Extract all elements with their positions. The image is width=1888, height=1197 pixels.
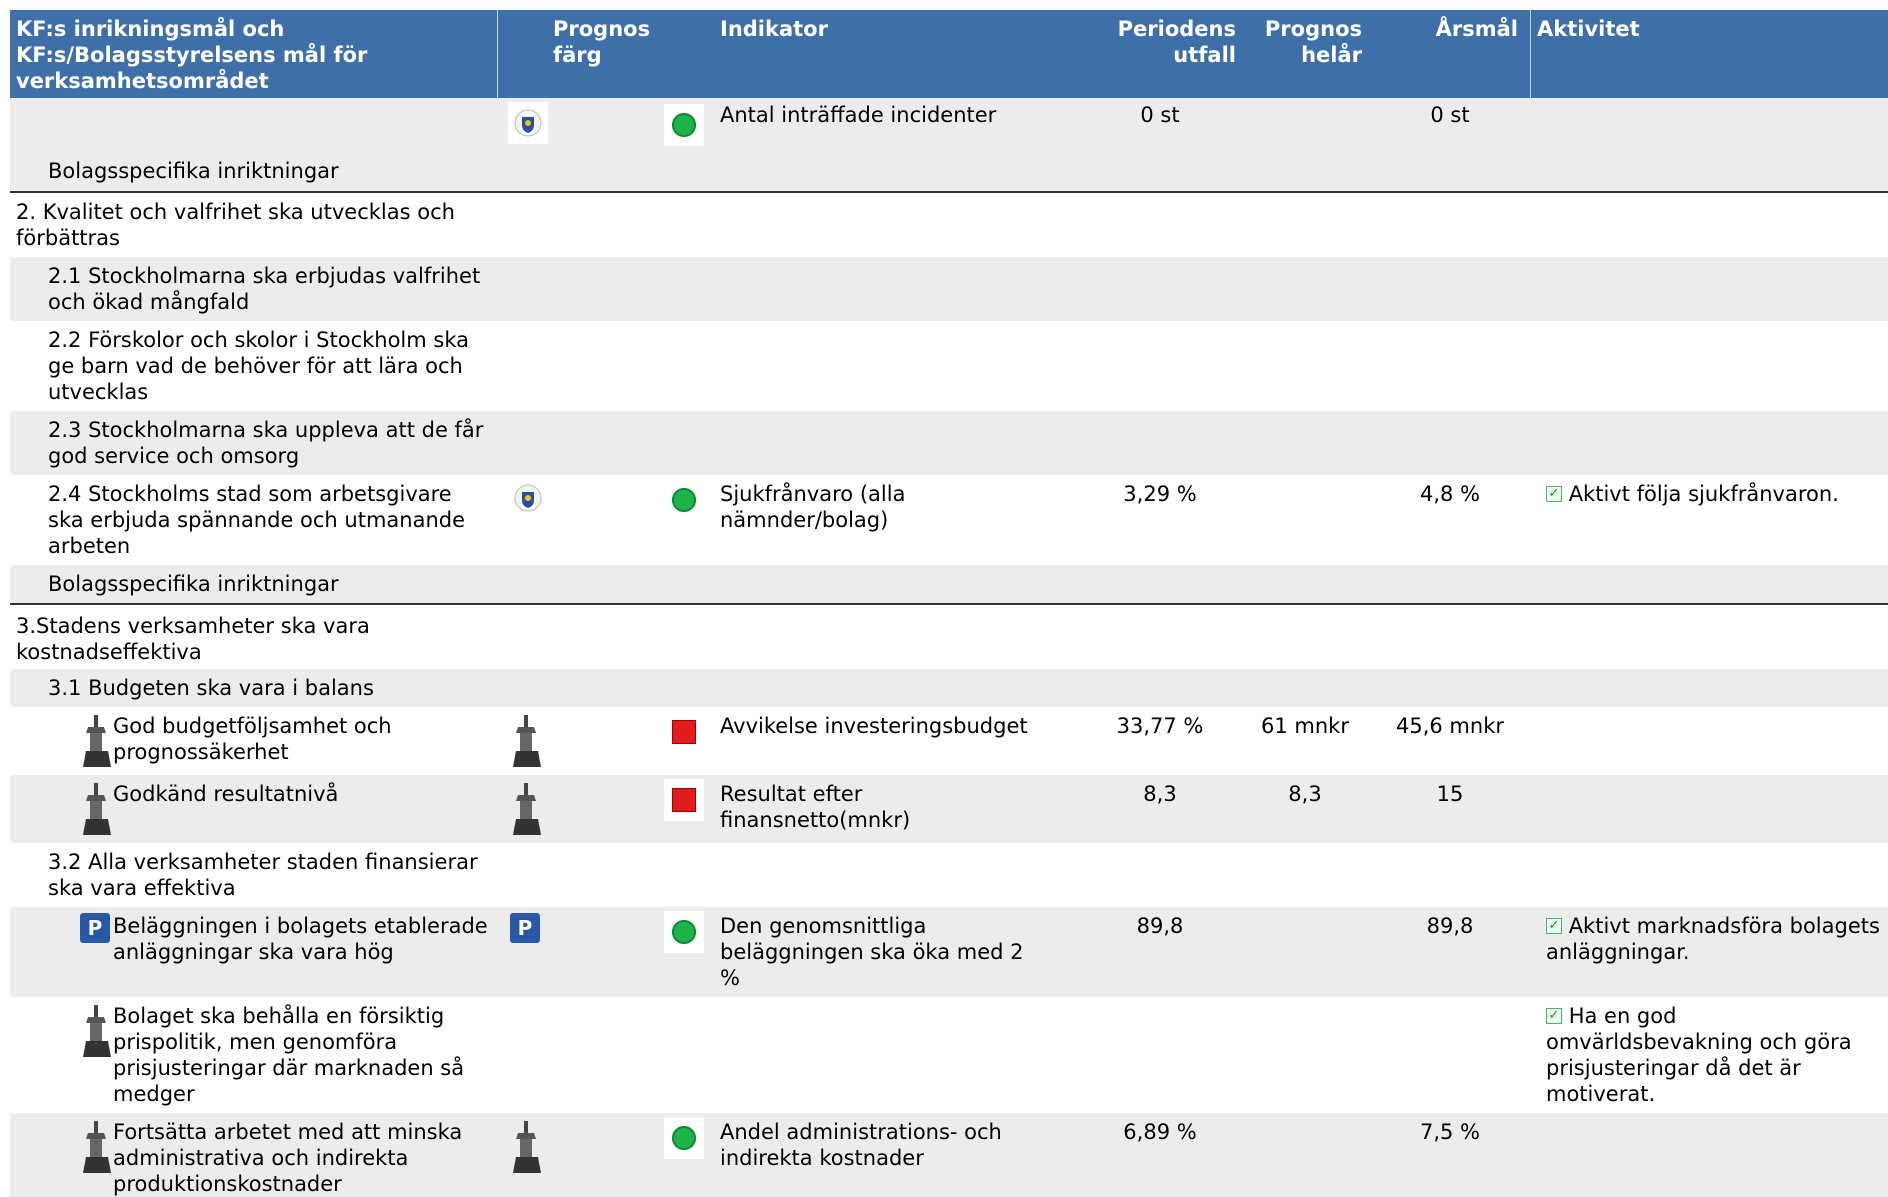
goal-row: Fortsätta arbetet med att minska adminis…: [10, 1113, 1888, 1197]
arsmal-value: 0 st: [1430, 103, 1470, 127]
col-prognos-helar-header: Prognos helår: [1264, 17, 1362, 67]
activity-cell: ✓ Ha en god omvärldsbevakning och göra p…: [1546, 1003, 1886, 1107]
section-label: Bolagsspecifika inriktningar: [48, 159, 339, 183]
indicator-text: Den genomsnittliga beläggningen ska öka …: [720, 914, 1024, 990]
parking-icon: P: [510, 913, 540, 943]
goal-label: 3.1 Budgeten ska vara i balans: [48, 676, 374, 700]
goal-label: Beläggningen i bolagets etablerade anläg…: [113, 914, 488, 964]
stockholm-crest-icon: [508, 477, 548, 519]
goal-row: P Beläggningen i bolagets etablerade anl…: [10, 907, 1888, 997]
periodens-utfall-value: 33,77 %: [1116, 714, 1204, 738]
indicator-text: Andel administrations- och indirekta kos…: [720, 1120, 1002, 1170]
arsmal-value: 7,5 %: [1419, 1120, 1481, 1144]
checkbox-icon: ✓: [1546, 486, 1562, 502]
activity-cell: ✓ Aktivt marknadsföra bolagets anläggnin…: [1546, 913, 1886, 965]
report-table: KF:s inrikningsmål och KF:s/Bolagsstyrel…: [10, 10, 1888, 1197]
arsmal-value: 15: [1436, 782, 1464, 806]
checkbox-icon: ✓: [1546, 1008, 1562, 1024]
goal-label: 2. Kvalitet och valfrihet ska utvecklas …: [16, 200, 455, 250]
goal-label: 2.3 Stockholmarna ska uppleva att de får…: [48, 418, 484, 468]
col-prognos-farg-header: Prognos färg: [553, 17, 651, 67]
prognos-helar-value: 61 mnkr: [1261, 714, 1349, 738]
indicator-text: Antal inträffade incidenter: [720, 103, 997, 127]
tower-icon: [82, 1003, 116, 1059]
goal-row: 3.2 Alla verksamheter staden finansierar…: [10, 843, 1888, 907]
goal-row: 2.3 Stockholmarna ska uppleva att de får…: [10, 411, 1888, 475]
col-indikator-header: Indikator: [720, 17, 828, 41]
goal-label: 2.1 Stockholmarna ska erbjudas valfrihet…: [48, 264, 481, 314]
goal-row: Bolaget ska behålla en försiktig prispol…: [10, 997, 1888, 1113]
goal-label: 2.4 Stockholms stad som arbetsgivare ska…: [48, 482, 466, 558]
goal-row: 2. Kvalitet och valfrihet ska utvecklas …: [10, 193, 1888, 257]
tower-icon: [82, 1119, 116, 1175]
arsmal-value: 4,8 %: [1419, 482, 1481, 506]
red-status-icon: [664, 779, 704, 821]
goal-label: God budgetföljsamhet och prognossäkerhet: [113, 714, 392, 764]
goal-row: Godkänd resultatnivå Resultat efter fina…: [10, 775, 1888, 843]
goal-row: 2.4 Stockholms stad som arbetsgivare ska…: [10, 475, 1888, 565]
col-aktivitet-header: Aktivitet: [1537, 17, 1640, 41]
red-status-icon: [664, 711, 704, 753]
tower-icon: [512, 781, 546, 837]
col-goal-header: KF:s inrikningsmål och KF:s/Bolagsstyrel…: [16, 17, 368, 93]
table-header: KF:s inrikningsmål och KF:s/Bolagsstyrel…: [10, 10, 1888, 98]
goal-label: Godkänd resultatnivå: [113, 782, 339, 806]
periodens-utfall-value: 89,8: [1136, 914, 1184, 938]
table-row: Antal inträffade incidenter 0 st 0 st: [10, 98, 1888, 152]
col-periodens-utfall-header: Periodens utfall: [1117, 17, 1236, 67]
indicator-text: Avvikelse investeringsbudget: [720, 714, 1028, 738]
arsmal-value: 89,8: [1426, 914, 1474, 938]
checkbox-icon: ✓: [1546, 918, 1562, 934]
green-status-icon: [664, 1117, 704, 1159]
indicator-text: Sjukfrånvaro (alla nämnder/bolag): [720, 482, 906, 532]
goal-label: Bolaget ska behålla en försiktig prispol…: [113, 1004, 465, 1106]
periodens-utfall-value: 8,3: [1143, 782, 1177, 806]
activity-text: Ha en god omvärldsbevakning och göra pri…: [1546, 1004, 1852, 1106]
goal-label: 2.2 Förskolor och skolor i Stockholm ska…: [48, 328, 470, 404]
goal-label: 3.Stadens verksamheter ska vara kostnads…: [16, 614, 370, 664]
arsmal-value: 45,6 mnkr: [1396, 714, 1504, 738]
goal-row: 2.1 Stockholmarna ska erbjudas valfrihet…: [10, 257, 1888, 321]
goal-label: 3.2 Alla verksamheter staden finansierar…: [48, 850, 478, 900]
periodens-utfall-value: 0 st: [1140, 103, 1180, 127]
tower-icon: [82, 781, 116, 837]
section-row: Bolagsspecifika inriktningar: [10, 152, 1888, 193]
periodens-utfall-value: 6,89 %: [1123, 1120, 1197, 1144]
section-row: Bolagsspecifika inriktningar: [10, 565, 1888, 605]
goal-row: God budgetföljsamhet och prognossäkerhet…: [10, 707, 1888, 775]
activity-text: Aktivt marknadsföra bolagets anläggninga…: [1546, 914, 1880, 964]
tower-icon: [512, 713, 546, 769]
activity-text: Aktivt följa sjukfrånvaron.: [1568, 482, 1839, 506]
activity-cell: ✓ Aktivt följa sjukfrånvaron.: [1546, 481, 1876, 507]
stockholm-crest-icon: [508, 102, 548, 144]
goal-row: 2.2 Förskolor och skolor i Stockholm ska…: [10, 321, 1888, 411]
green-status-icon: [664, 104, 704, 146]
section-label: Bolagsspecifika inriktningar: [48, 572, 339, 596]
goal-row: 3.Stadens verksamheter ska vara kostnads…: [10, 605, 1888, 669]
col-arsmal-header: Årsmål: [1435, 17, 1518, 41]
prognos-helar-value: 8,3: [1288, 782, 1322, 806]
goal-row: 3.1 Budgeten ska vara i balans: [10, 669, 1888, 707]
goal-label: Fortsätta arbetet med att minska adminis…: [113, 1120, 463, 1196]
indicator-text: Resultat efter finansnetto(mnkr): [720, 782, 911, 832]
green-status-icon: [664, 479, 704, 521]
green-status-icon: [664, 911, 704, 953]
tower-icon: [512, 1119, 546, 1175]
parking-icon: P: [80, 913, 110, 943]
tower-icon: [82, 713, 116, 769]
periodens-utfall-value: 3,29 %: [1123, 482, 1197, 506]
